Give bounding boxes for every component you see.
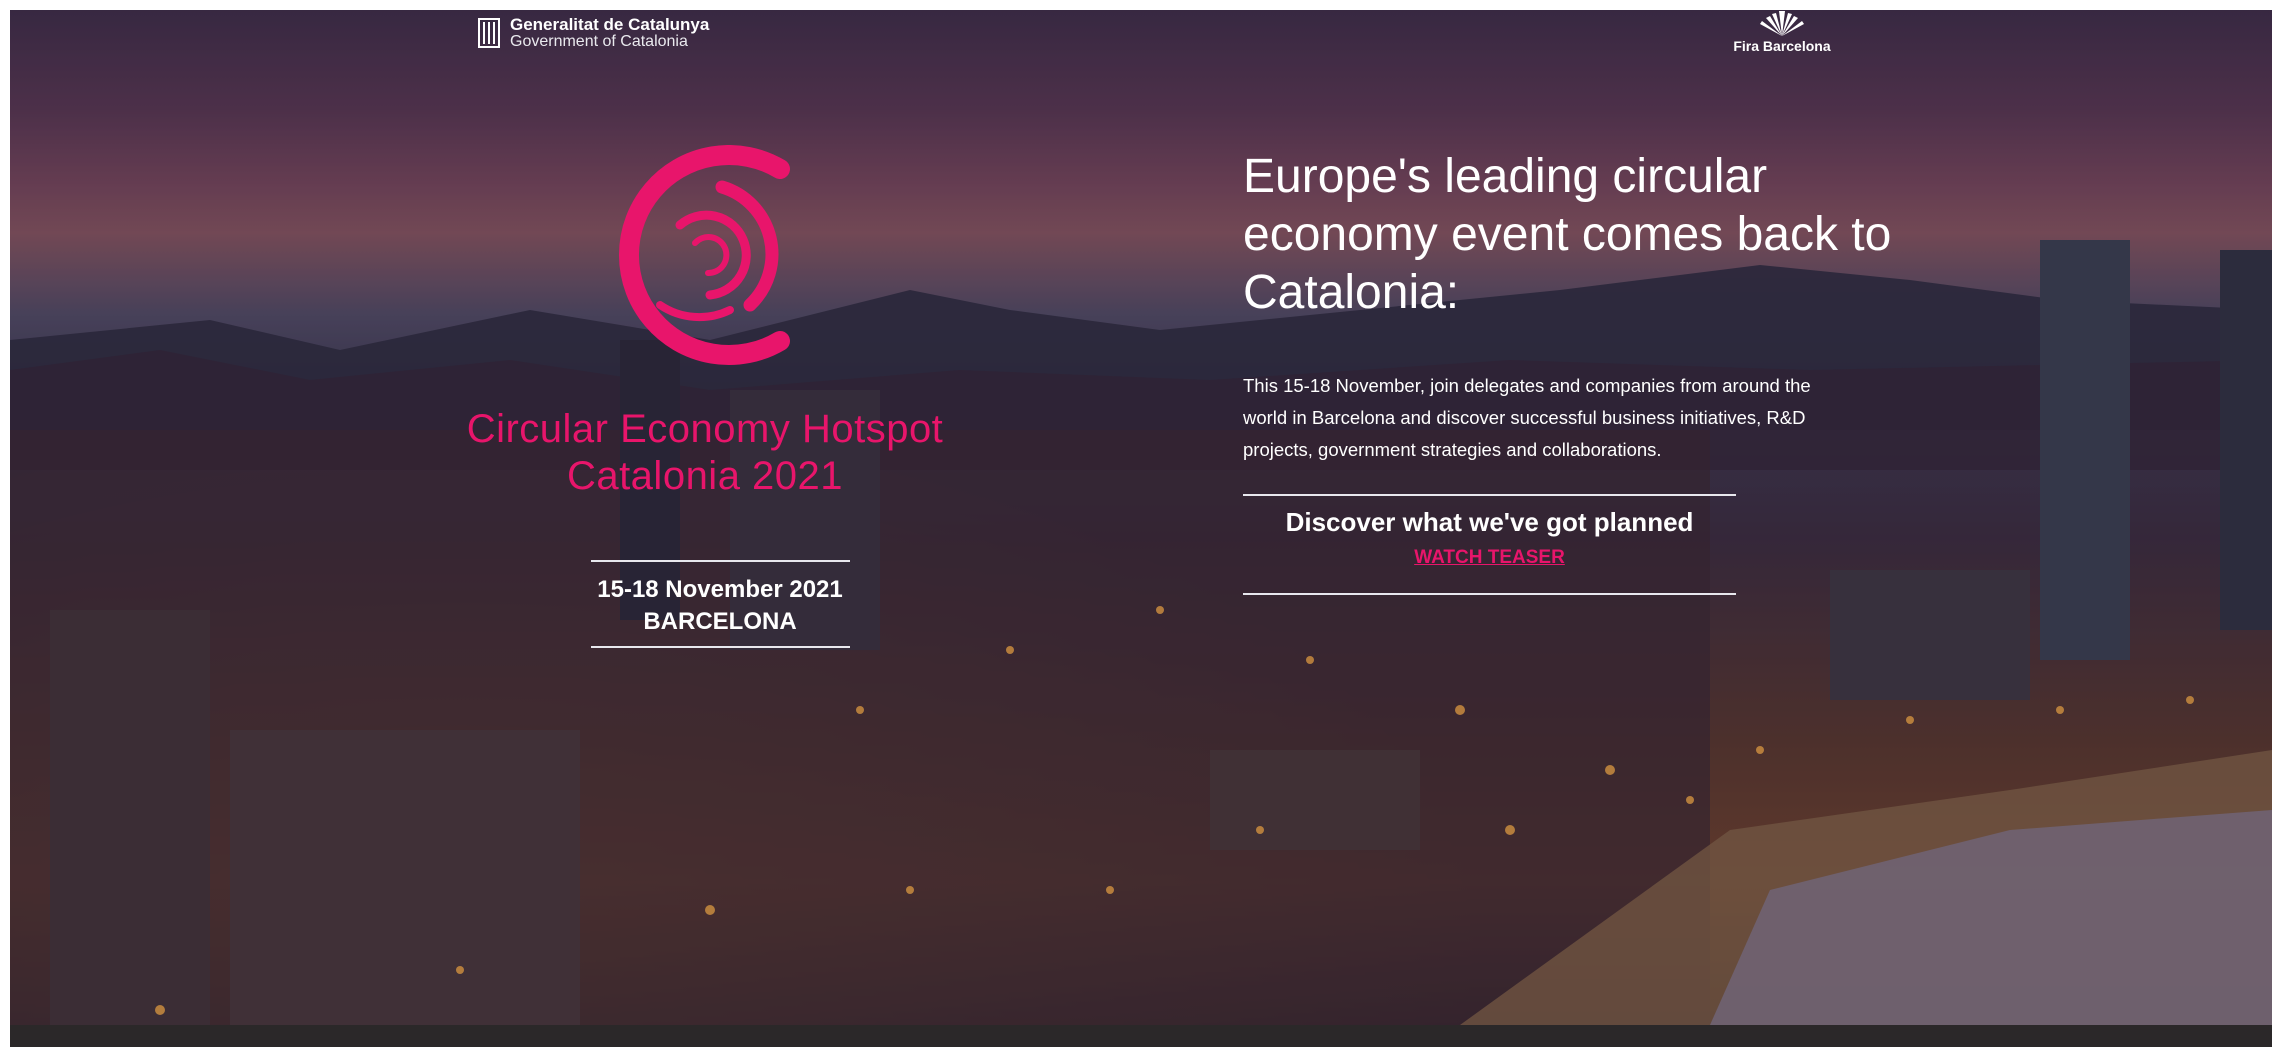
event-dates-block: 15-18 November 2021 BARCELONA — [560, 574, 880, 638]
gov-logo-subtitle: Government of Catalonia — [510, 33, 688, 50]
discover-divider-bottom — [1243, 593, 1736, 595]
hero-section — [10, 10, 2272, 1025]
discover-divider-top — [1243, 494, 1736, 496]
fira-fan-icon — [1760, 11, 1804, 36]
bottom-bar — [10, 1025, 2272, 1047]
catalonia-flag-icon — [478, 18, 500, 48]
description: This 15-18 November, join delegates and … — [1243, 375, 1811, 460]
generalitat-logo[interactable]: Generalitat de Catalunya Government of C… — [478, 16, 709, 50]
fira-barcelona-logo[interactable]: Fira Barcelona — [1722, 10, 1842, 54]
event-title: Circular Economy Hotspot Catalonia 2021 — [440, 406, 970, 500]
fira-logo-name: Fira Barcelona — [1733, 38, 1831, 54]
event-dates: 15-18 November 2021 — [597, 576, 843, 603]
circular-economy-logo-icon — [619, 145, 790, 365]
divider-bottom — [591, 646, 850, 648]
headline: Europe's leading circular economy event … — [1243, 150, 1892, 319]
event-title-line1: Circular Economy Hotspot — [466, 407, 944, 451]
gov-logo-name: Generalitat de Catalunya — [510, 15, 710, 34]
watch-teaser-link[interactable]: WATCH TEASER — [1243, 546, 1736, 570]
dark-overlay — [10, 10, 2272, 1025]
event-title-line2: Catalonia 2021 — [566, 454, 844, 498]
event-city: BARCELONA — [643, 608, 797, 635]
discover-title: Discover what we've got planned — [1285, 507, 1694, 537]
divider-top — [591, 560, 850, 562]
